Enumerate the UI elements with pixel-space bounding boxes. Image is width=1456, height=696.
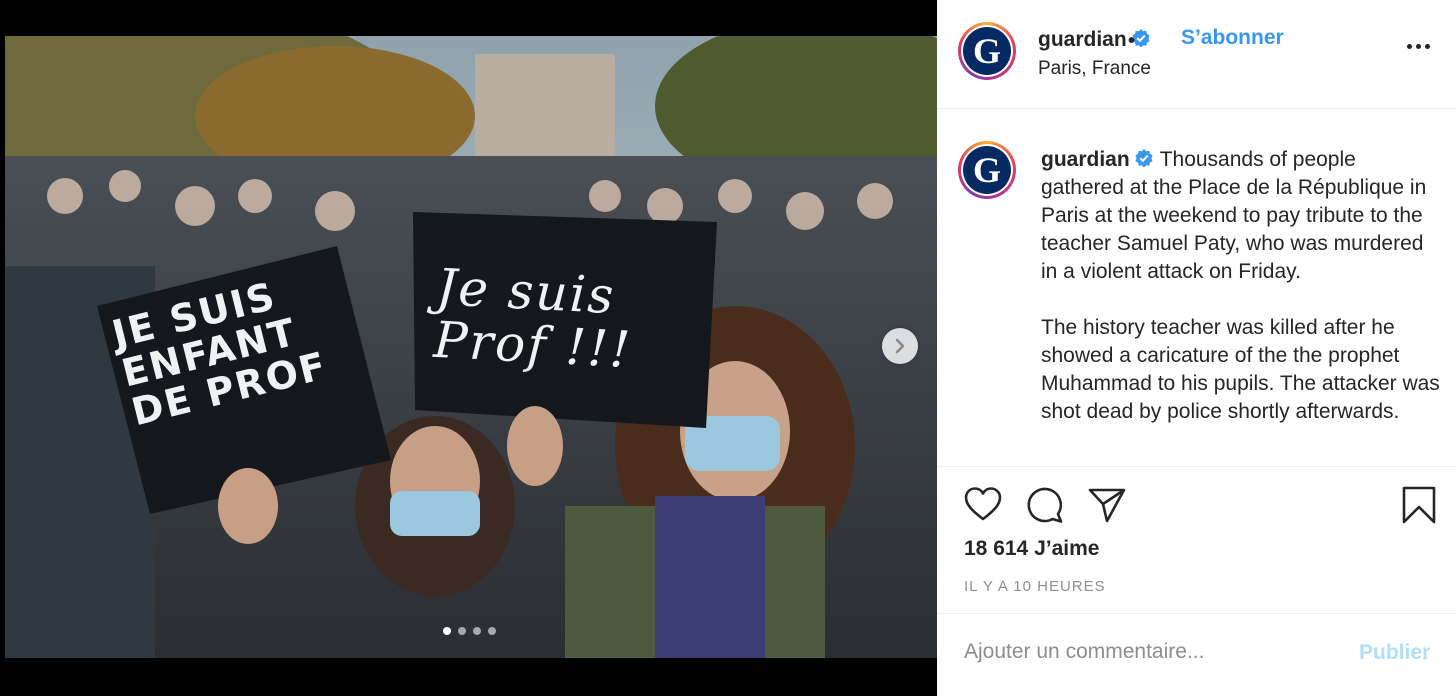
chevron-right-icon [895,338,905,354]
sign-right-text: Je suis Prof !!! [432,257,634,379]
carousel-dot [488,627,496,635]
publish-button[interactable]: Publier [1359,641,1430,665]
next-image-button[interactable] [882,328,918,364]
more-options-icon[interactable] [1407,44,1430,49]
caption-text-2: The history teacher was killed after he … [1041,316,1440,423]
post-location[interactable]: Paris, France [1038,58,1151,80]
post-panel: G guardian • S’abonner Paris, France G g… [937,0,1456,696]
post-actions: 18 614 J’aime IL Y A 10 HEURES [937,466,1456,614]
bookmark-icon[interactable] [1401,485,1437,525]
carousel-indicator [443,627,496,635]
follow-separator: • [1128,30,1136,52]
comment-bubble-icon[interactable] [1025,485,1065,525]
post-timestamp[interactable]: IL Y A 10 HEURES [964,578,1106,595]
post-header: G guardian • S’abonner Paris, France [937,0,1456,109]
caption-username[interactable]: guardian [1041,148,1130,171]
heart-icon[interactable] [963,485,1003,525]
avatar[interactable]: G [958,22,1016,80]
verified-badge-icon [1135,149,1153,168]
username-text[interactable]: guardian [1038,28,1127,51]
comment-input[interactable] [964,640,1344,664]
carousel-dot [473,627,481,635]
caption-avatar[interactable]: G [958,141,1016,199]
carousel-dot [458,627,466,635]
follow-button[interactable]: S’abonner [1181,26,1284,50]
media-viewer: JE SUIS ENFANT DE PROF Je suis Prof !!! [0,0,937,696]
like-count[interactable]: 18 614 J’aime [964,537,1099,561]
post-caption: guardian Thousands of people gathered at … [1041,146,1441,426]
guardian-logo: G [963,27,1011,75]
paper-plane-icon[interactable] [1087,485,1127,525]
carousel-dot [443,627,451,635]
post-photo[interactable]: JE SUIS ENFANT DE PROF Je suis Prof !!! [5,36,937,658]
guardian-logo: G [963,146,1011,194]
